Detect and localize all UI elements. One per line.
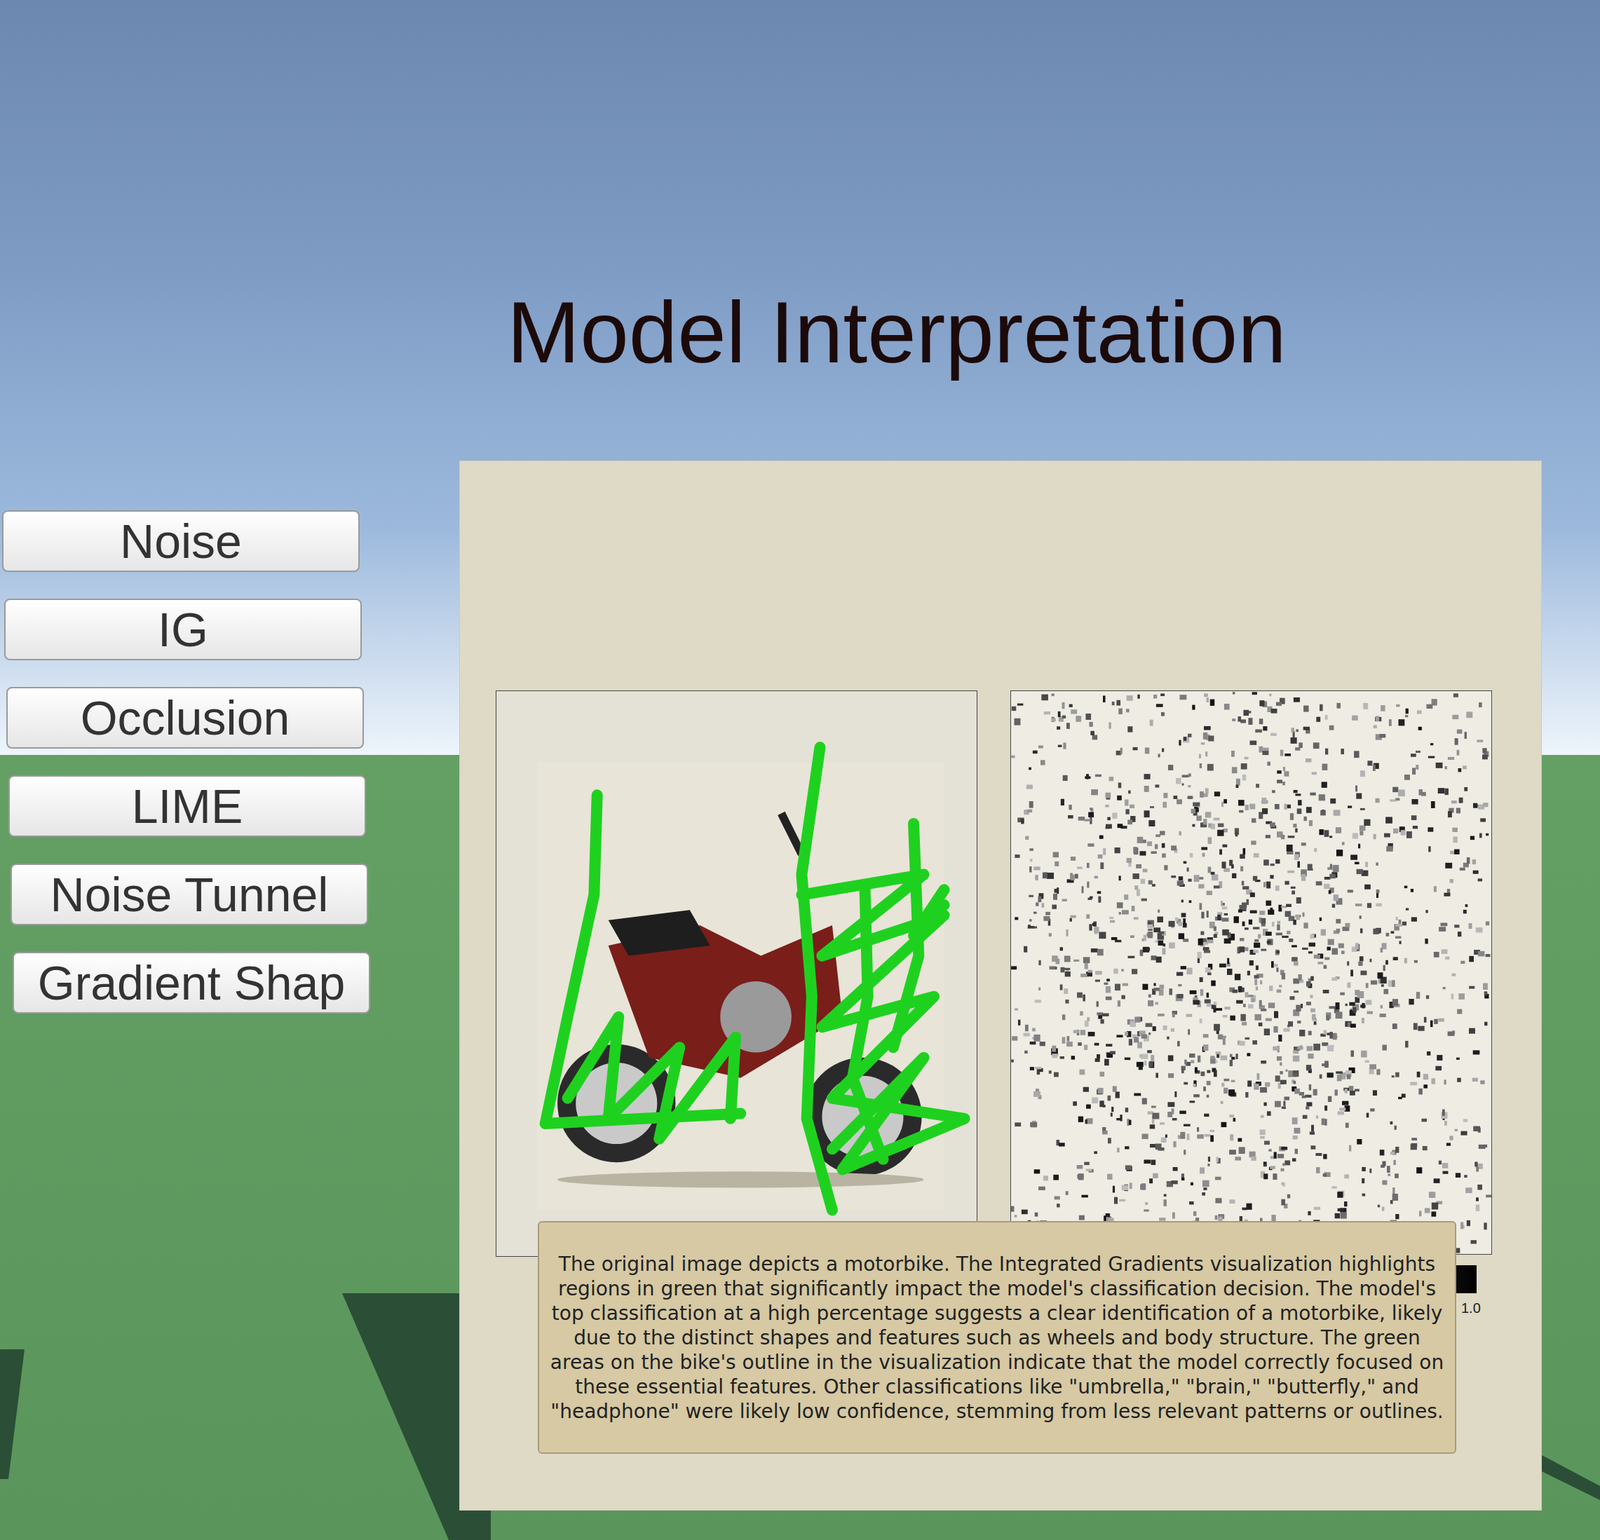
button-label: IG (157, 603, 209, 657)
attribution-map (1010, 690, 1493, 1256)
motorbike-image (496, 691, 977, 1257)
button-label: Noise (119, 515, 242, 568)
interpretation-panel: 1.0 The original image depicts a motorbi… (459, 461, 1542, 1511)
colorbar-tick: 1.0 (1461, 1297, 1481, 1319)
method-button[interactable]: Noise Tunnel (10, 863, 369, 926)
description-box: The original image depicts a motorbike. … (537, 1221, 1457, 1455)
colorbar-ticks: 1.0 (1461, 1297, 1481, 1319)
button-column: Noise IG Occlusion LIME Noise Tunnel Gradient… (2, 510, 371, 1014)
title: Model Interpretation (506, 283, 1287, 381)
button-label: LIME (131, 780, 244, 833)
method-button[interactable]: Noise (2, 510, 360, 573)
scene: Model Interpretation Noise IG Occlusion LIM… (0, 0, 1600, 1540)
button-label: Noise Tunnel (50, 868, 329, 922)
attribution-heatmap (1011, 691, 1492, 1255)
method-button[interactable]: LIME (8, 775, 366, 838)
method-button[interactable]: Gradient Shap (12, 952, 371, 1014)
original-image (495, 690, 978, 1258)
button-label: Occlusion (80, 692, 291, 745)
method-button[interactable]: IG (4, 598, 362, 661)
button-label: Gradient Shap (37, 957, 346, 1010)
description-text: The original image depicts a motorbike. … (548, 1252, 1446, 1425)
method-button[interactable]: Occlusion (6, 687, 364, 749)
